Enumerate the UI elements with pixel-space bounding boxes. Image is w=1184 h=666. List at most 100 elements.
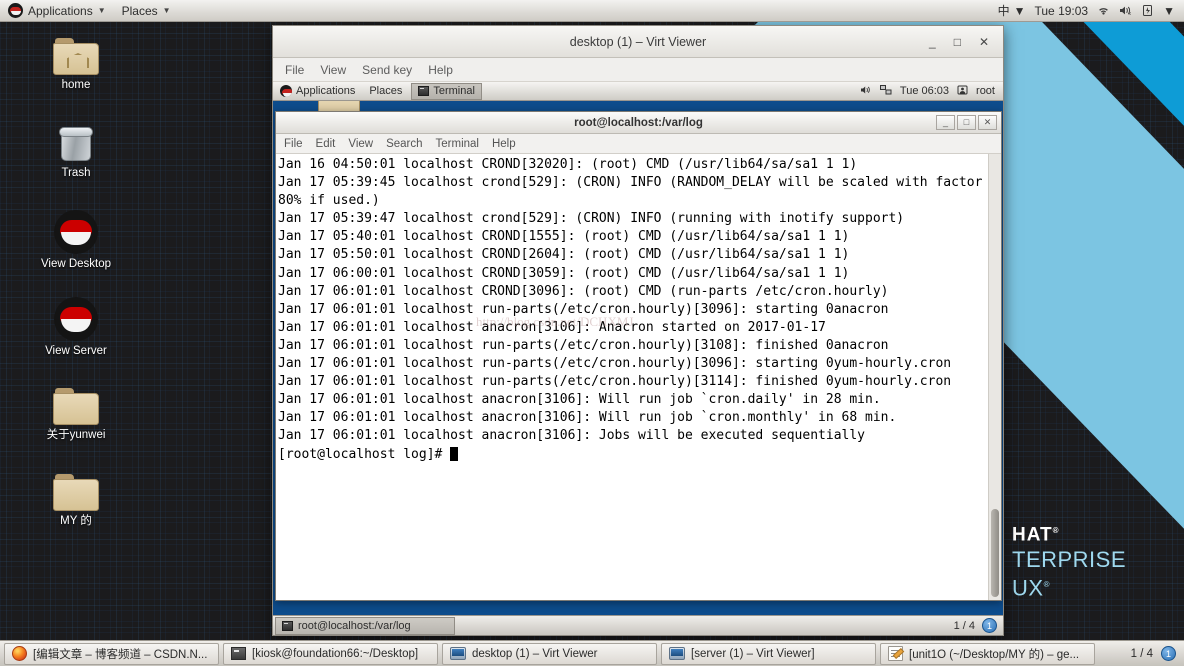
taskbar-item-label: [server (1) – Virt Viewer]	[691, 647, 815, 660]
maximize-button[interactable]: □	[954, 36, 961, 48]
guest-panel-status-area: Tue 06:03 root	[860, 84, 1003, 98]
guest-desktop: Applications Places Terminal Tue 06:03 r…	[273, 82, 1003, 635]
menu-edit[interactable]: Edit	[316, 138, 336, 150]
guest-places-label: Places	[369, 85, 403, 97]
guest-workspace-badge[interactable]: 1	[982, 618, 997, 633]
taskbar-item-desktop-virt-viewer[interactable]: desktop (1) – Virt Viewer	[442, 642, 657, 665]
brand-line-1: HAT	[1012, 524, 1053, 546]
desktop-icon-label: MY 的	[60, 515, 92, 527]
guest-user-label[interactable]: root	[976, 85, 995, 97]
menu-terminal[interactable]: Terminal	[436, 138, 479, 150]
terminal-icon	[231, 647, 246, 660]
host-clock[interactable]: Tue 19:03	[1035, 4, 1089, 18]
chevron-down-icon[interactable]: ▼	[1163, 4, 1175, 18]
desktop-icon-view-desktop[interactable]: View Desktop	[28, 210, 124, 271]
close-button[interactable]: ✕	[978, 115, 997, 130]
trash-icon	[56, 123, 96, 163]
folder-home-icon	[53, 38, 99, 75]
host-workspace-area: 1 / 4 1	[1131, 646, 1180, 661]
terminal-window-controls: _ □ ✕	[934, 115, 1001, 130]
taskbar-item-label: [编辑文章 – 博客频道 – CSDN.N...	[33, 648, 208, 661]
host-panel-status-area: 中 ▼ Tue 19:03 x ▼	[998, 2, 1184, 19]
guest-applications-menu[interactable]: Applications	[273, 85, 362, 97]
wallpaper-brand-text: HAT® TERPRISE UX®	[1012, 524, 1127, 601]
close-button[interactable]: ✕	[979, 36, 989, 48]
taskbar-item-label: desktop (1) – Virt Viewer	[472, 647, 598, 660]
menu-view[interactable]: View	[320, 63, 346, 77]
menu-file[interactable]: File	[284, 138, 303, 150]
guest-taskbar-item-terminal[interactable]: root@localhost:/var/log	[275, 616, 455, 635]
user-icon	[957, 85, 968, 98]
terminal-body[interactable]: Jan 16 04:50:01 localhost CROND[32020]: …	[276, 154, 1001, 600]
guest-places-menu[interactable]: Places	[362, 85, 409, 97]
monitor-icon	[669, 647, 685, 660]
terminal-icon	[282, 620, 293, 631]
taskbar-item-firefox[interactable]: [编辑文章 – 博客频道 – CSDN.N...	[4, 642, 219, 665]
desktop-icon-label: home	[61, 79, 91, 91]
redhat-logo-icon	[54, 210, 98, 254]
guest-bottom-panel: root@localhost:/var/log 1 / 4 1	[273, 615, 1003, 635]
desktop-icon-label: Trash	[61, 167, 91, 179]
host-places-menu[interactable]: Places ▼	[114, 0, 179, 21]
redhat-logo-icon	[280, 85, 292, 97]
virt-viewer-window: desktop (1) – Virt Viewer _ □ ✕ File Vie…	[272, 25, 1004, 636]
menu-file[interactable]: File	[285, 63, 304, 77]
taskbar-item-label: [kiosk@foundation66:~/Desktop]	[252, 647, 419, 660]
terminal-icon	[418, 86, 430, 96]
virt-viewer-titlebar[interactable]: desktop (1) – Virt Viewer _ □ ✕	[273, 26, 1003, 58]
brand-line-2: TERPRISE	[1012, 547, 1127, 573]
desktop-icon-view-server[interactable]: View Server	[28, 297, 124, 358]
folder-icon	[53, 388, 99, 425]
virt-viewer-window-controls: _ □ ✕	[929, 36, 1003, 48]
terminal-titlebar[interactable]: root@localhost:/var/log _ □ ✕	[276, 112, 1001, 134]
guest-task-label: Terminal	[433, 85, 475, 97]
taskbar-item-gedit[interactable]: [unit1O (~/Desktop/MY 的) – ge...	[880, 642, 1095, 665]
network-icon[interactable]	[879, 84, 892, 98]
firefox-icon	[12, 646, 27, 661]
guest-taskbar-label: root@localhost:/var/log	[298, 619, 411, 632]
volume-icon[interactable]	[860, 85, 872, 98]
minimize-button[interactable]: _	[929, 36, 936, 48]
chevron-down-icon: ▼	[97, 6, 106, 15]
terminal-output[interactable]: Jan 16 04:50:01 localhost CROND[32020]: …	[276, 154, 988, 600]
input-method-indicator[interactable]: 中 ▼	[998, 2, 1026, 19]
wifi-icon[interactable]	[1097, 5, 1110, 16]
redhat-logo-icon	[8, 3, 23, 18]
host-workspace-badge[interactable]: 1	[1161, 646, 1176, 661]
taskbar-item-kiosk-terminal[interactable]: [kiosk@foundation66:~/Desktop]	[223, 642, 438, 665]
terminal-title: root@localhost:/var/log	[574, 116, 703, 129]
menu-view[interactable]: View	[348, 138, 373, 150]
chevron-down-icon: ▼	[162, 6, 171, 15]
host-places-label: Places	[121, 3, 158, 18]
monitor-icon	[450, 647, 466, 660]
guest-applications-label: Applications	[296, 85, 356, 97]
taskbar-item-label: [unit1O (~/Desktop/MY 的) – ge...	[909, 648, 1080, 661]
guest-top-panel: Applications Places Terminal Tue 06:03 r…	[273, 82, 1003, 101]
menu-search[interactable]: Search	[386, 138, 422, 150]
menu-help[interactable]: Help	[492, 138, 516, 150]
desktop-icon-label: View Desktop	[40, 258, 112, 270]
taskbar-item-server-virt-viewer[interactable]: [server (1) – Virt Viewer]	[661, 642, 876, 665]
guest-window-list-terminal[interactable]: Terminal	[411, 82, 482, 100]
desktop-icon-trash[interactable]: Trash	[28, 123, 124, 180]
desktop-icon-label: View Server	[45, 345, 107, 357]
menu-help[interactable]: Help	[428, 63, 453, 77]
maximize-button[interactable]: □	[957, 115, 976, 130]
desktop-icon-label: 关于yunwei	[46, 429, 106, 441]
host-applications-menu[interactable]: Applications ▼	[0, 0, 114, 21]
battery-icon[interactable]	[1142, 4, 1154, 17]
terminal-cursor	[450, 446, 459, 461]
guest-clock[interactable]: Tue 06:03	[900, 85, 949, 97]
terminal-scrollbar-thumb[interactable]	[991, 509, 999, 597]
minimize-button[interactable]: _	[936, 115, 955, 130]
volume-muted-icon[interactable]: x	[1119, 5, 1133, 17]
desktop-icon-guanyu-yunwei[interactable]: 关于yunwei	[28, 388, 124, 442]
terminal-scrollbar[interactable]	[988, 154, 1001, 600]
virt-viewer-title: desktop (1) – Virt Viewer	[569, 34, 707, 49]
desktop-icon-home[interactable]: home	[28, 38, 124, 92]
svg-text:x: x	[1129, 11, 1132, 16]
gedit-icon	[888, 646, 903, 661]
menu-send-key[interactable]: Send key	[362, 63, 412, 77]
host-applications-label: Applications	[28, 3, 93, 18]
desktop-icon-my-de[interactable]: MY 的	[28, 474, 124, 528]
